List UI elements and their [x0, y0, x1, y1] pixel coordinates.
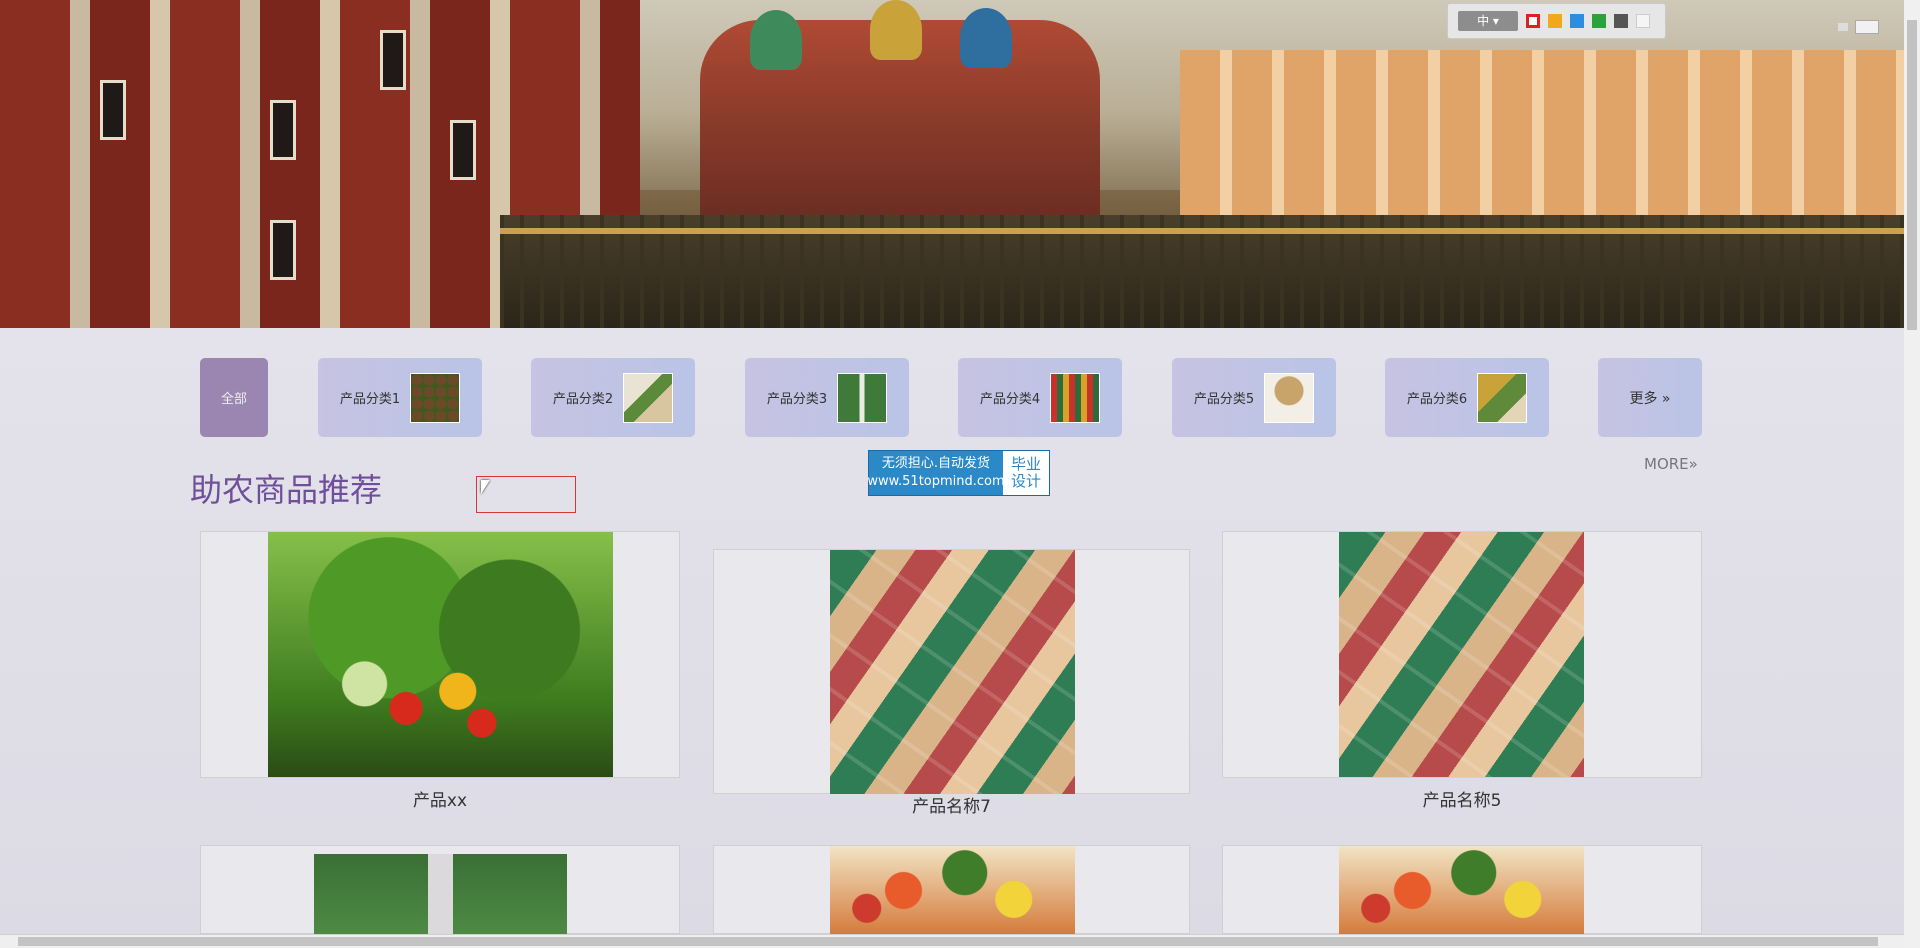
ad-banner[interactable]: 无须担心.自动发货 www.51topmind.com 毕业 设计: [867, 450, 1050, 496]
ad-text: 无须担心.自动发货 www.51topmind.com: [867, 451, 1005, 495]
category-label: 更多 »: [1629, 390, 1671, 407]
product-name[interactable]: 产品xx: [200, 786, 680, 811]
category-thumbnail: [1264, 372, 1315, 423]
ad-badge-line1: 毕业: [1010, 455, 1041, 473]
category-thumbnail: [1477, 372, 1528, 423]
category-label: 产品分类6: [1406, 392, 1468, 407]
product-name[interactable]: 产品名称7: [713, 792, 1190, 817]
banner-window: [450, 120, 476, 180]
ad-line1: 无须担心.自动发货: [881, 456, 991, 471]
style-toolbar: 中 ▾: [1447, 3, 1666, 39]
category-1[interactable]: 产品分类1: [318, 358, 482, 437]
category-thumbnail: [410, 372, 461, 423]
banner-window: [100, 80, 126, 140]
section-title: 助农商品推荐: [190, 471, 383, 509]
category-label: 产品分类4: [979, 392, 1041, 407]
ad-badge-line2: 设计: [1010, 472, 1041, 490]
vertical-scrollbar[interactable]: [1904, 0, 1920, 948]
product-card[interactable]: [1222, 531, 1702, 778]
category-2[interactable]: 产品分类2: [531, 358, 695, 437]
ad-line2: www.51topmind.com: [867, 474, 1005, 489]
banner-building-right: [1180, 50, 1904, 230]
product-image: [1339, 846, 1584, 935]
more-link[interactable]: MORE»: [1644, 455, 1698, 473]
product-image: [830, 846, 1075, 935]
horizontal-scrollbar[interactable]: [0, 934, 1904, 948]
category-3[interactable]: 产品分类3: [745, 358, 909, 437]
category-label: 产品分类1: [339, 392, 401, 407]
category-4[interactable]: 产品分类4: [958, 358, 1122, 437]
product-name[interactable]: 产品名称5: [1222, 786, 1702, 811]
product-card[interactable]: [1222, 845, 1702, 935]
product-card[interactable]: [713, 845, 1190, 935]
ad-badge: 毕业 设计: [1003, 451, 1049, 495]
category-label: 产品分类3: [766, 392, 828, 407]
banner-window: [270, 220, 296, 280]
mouse-cursor-icon: [481, 480, 490, 494]
category-thumbnail: [1050, 372, 1101, 423]
category-thumbnail: [837, 372, 888, 423]
category-5[interactable]: 产品分类5: [1172, 358, 1336, 437]
banner-dome: [750, 10, 802, 70]
banner-dome: [960, 8, 1012, 68]
language-dropdown[interactable]: 中 ▾: [1458, 11, 1518, 31]
product-image: [830, 550, 1075, 794]
hero-banner: [0, 0, 1904, 328]
focus-outline: [476, 476, 576, 513]
category-label: 产品分类2: [552, 392, 614, 407]
theme-swatch-green[interactable]: [1592, 14, 1606, 28]
theme-swatch-blue[interactable]: [1570, 14, 1584, 28]
product-image: [1339, 532, 1584, 777]
product-image: [314, 854, 567, 935]
scrollbar-thumb[interactable]: [1907, 20, 1917, 330]
window-control[interactable]: [1855, 20, 1879, 34]
product-card[interactable]: [713, 549, 1190, 794]
product-card[interactable]: [200, 531, 680, 778]
product-image: [268, 532, 613, 777]
category-all[interactable]: 全部: [200, 358, 268, 437]
banner-window: [270, 100, 296, 160]
category-6[interactable]: 产品分类6: [1385, 358, 1549, 437]
window-control[interactable]: [1838, 23, 1848, 31]
scrollbar-thumb[interactable]: [18, 937, 1878, 946]
category-more[interactable]: 更多 »: [1598, 358, 1702, 437]
category-thumbnail: [623, 372, 674, 423]
theme-swatch-orange[interactable]: [1548, 14, 1562, 28]
banner-window: [380, 30, 406, 90]
theme-swatch-red[interactable]: [1526, 14, 1540, 28]
banner-fence-rail: [500, 228, 1904, 234]
theme-swatch-gray[interactable]: [1614, 14, 1628, 28]
category-label: 全部: [220, 392, 247, 407]
product-card[interactable]: [200, 845, 680, 935]
banner-dome: [870, 0, 922, 60]
category-label: 产品分类5: [1193, 392, 1255, 407]
theme-swatch-white[interactable]: [1636, 14, 1650, 28]
